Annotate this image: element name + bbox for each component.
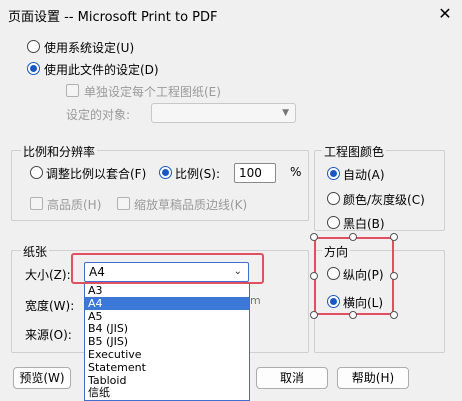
separate-sheets-label: 单独设定每个工程图纸(E) [84,85,221,99]
landscape-radio[interactable] [327,295,340,308]
paper-size-label: 大小(Z): [25,268,71,282]
landscape-label[interactable]: 横向(L) [343,294,383,311]
color-auto-label[interactable]: 自动(A) [343,166,385,183]
chevron-down-icon: ▼ [282,108,289,118]
paper-size-select[interactable]: A4 ⌄ [84,262,249,282]
paper-size-value: A4 [89,265,105,279]
paper-width-label: 宽度(W): [25,299,75,313]
resize-handle [390,272,398,280]
portrait-label[interactable]: 纵向(P) [343,266,384,283]
paper-option-selected[interactable]: A4 [85,296,249,310]
percent-label: % [290,165,302,179]
chevron-down-icon: ⌄ [233,266,242,277]
high-quality-checkbox[interactable] [30,197,43,210]
help-button[interactable]: 帮助(H) [337,367,409,389]
portrait-radio[interactable] [327,267,340,280]
fit-scale-radio[interactable] [30,166,43,179]
separate-sheets-checkbox[interactable] [66,84,79,97]
color-bw-label[interactable]: 黑白(B) [343,215,385,232]
use-file-settings-radio[interactable] [27,62,40,75]
paper-option[interactable]: B4 (JIS) [85,322,249,335]
paper-size-list[interactable]: A3 A4 A5 B4 (JIS) B5 (JIS) Executive Sta… [84,283,250,401]
paper-option[interactable]: Tabloid [85,374,249,387]
scale-line-checkbox[interactable] [117,197,130,210]
paper-option[interactable]: Executive [85,348,249,361]
paper-option[interactable]: A5 [85,310,249,323]
cancel-button[interactable]: 取消 [256,367,328,389]
target-label: 设定的对象: [66,108,131,122]
use-system-settings-label[interactable]: 使用系统设定(U) [44,39,134,56]
resize-handle [310,233,318,241]
width-unit-text: m [250,294,261,307]
dialog-title: 页面设置 -- Microsoft Print to PDF [8,10,218,25]
color-bw-radio[interactable] [327,216,340,229]
ratio-input[interactable]: 100 [234,163,276,183]
resize-handle [310,272,318,280]
target-select[interactable]: ▼ [151,103,296,123]
resize-handle [390,311,398,319]
resize-handle [310,311,318,319]
resize-handle [349,311,357,319]
color-gray-label[interactable]: 颜色/灰度级(C) [343,191,425,208]
scale-line-label: 缩放草稿品质边线(K) [134,198,248,212]
use-file-settings-label[interactable]: 使用此文件的设定(D) [44,61,159,78]
scale-group-title: 比例和分辨率 [21,143,98,160]
ratio-radio[interactable] [159,166,172,179]
high-quality-label: 高品质(H) [47,198,102,212]
paper-option[interactable]: 信纸 [85,386,249,399]
paper-option[interactable]: A3 [85,284,249,297]
paper-group-title: 纸张 [21,243,50,260]
paper-option[interactable]: Statement [85,361,249,374]
color-auto-radio[interactable] [327,167,340,180]
preview-button[interactable]: 预览(W) [13,367,71,389]
paper-source-label: 来源(O): [25,328,72,342]
color-gray-radio[interactable] [327,192,340,205]
resize-handle [390,233,398,241]
paper-option[interactable]: B5 (JIS) [85,335,249,348]
color-group-title: 工程图颜色 [322,143,387,160]
use-system-settings-radio[interactable] [27,40,40,53]
orientation-group-title: 方向 [322,243,351,260]
fit-scale-label[interactable]: 调整比例以套合(F) [46,165,146,182]
resize-handle [349,233,357,241]
ratio-label[interactable]: 比例(S): [175,165,220,182]
close-icon[interactable]: ✕ [436,4,454,23]
